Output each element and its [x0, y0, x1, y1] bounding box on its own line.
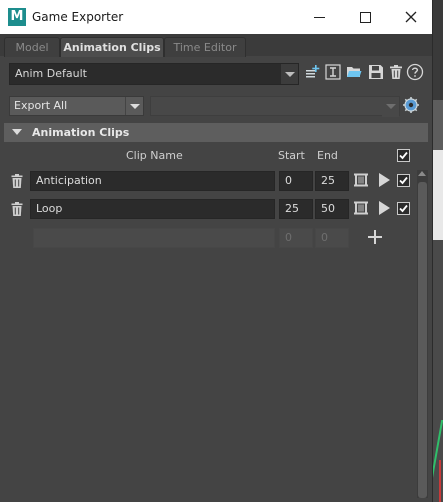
delete-clip-button[interactable] — [10, 201, 24, 217]
set-range-button[interactable] — [353, 172, 369, 188]
rename-preset-button[interactable] — [325, 64, 341, 80]
export-mode-dropdown[interactable]: Export All — [9, 96, 144, 116]
scrollbar-thumb[interactable] — [418, 182, 427, 498]
section-title: Animation Clips — [32, 126, 130, 139]
set-range-button[interactable] — [353, 200, 369, 216]
delete-preset-icon — [390, 65, 402, 79]
new-clip-name-field[interactable] — [33, 228, 275, 248]
clip-export-checkbox[interactable] — [397, 202, 410, 215]
rename-preset-icon — [325, 64, 341, 80]
tab-animation-clips[interactable]: Animation Clips — [60, 37, 164, 57]
maya-logo-icon: M — [8, 8, 26, 26]
scroll-up-arrow-icon[interactable] — [418, 171, 426, 176]
clip-end-value: 25 — [321, 174, 335, 187]
time-range-icon — [354, 201, 368, 215]
clip-name-field[interactable]: Loop — [30, 199, 275, 219]
new-preset-button[interactable] — [304, 64, 320, 80]
add-clip-button[interactable] — [368, 230, 382, 244]
column-header-end: End — [317, 149, 338, 162]
export-mode-value: Export All — [14, 99, 68, 112]
minimize-button[interactable] — [296, 0, 342, 34]
chevron-down-icon — [382, 97, 399, 117]
clip-name-value: Loop — [36, 202, 63, 215]
clip-start-field[interactable]: 25 — [279, 199, 313, 219]
new-clip-end-value: 0 — [321, 231, 328, 244]
preset-dropdown[interactable]: Anim Default — [9, 63, 299, 85]
clip-start-value: 25 — [285, 202, 299, 215]
minimize-icon — [313, 16, 325, 18]
export-settings-icon — [403, 97, 419, 113]
clip-end-value: 50 — [321, 202, 335, 215]
clip-export-checkbox[interactable] — [397, 174, 410, 187]
preset-value: Anim Default — [15, 67, 87, 80]
save-preset-button[interactable] — [368, 64, 384, 80]
play-clip-button[interactable] — [378, 172, 392, 188]
time-range-icon — [354, 173, 368, 187]
maximize-icon — [359, 11, 371, 23]
delete-preset-button[interactable] — [388, 64, 404, 80]
checkmark-icon — [399, 204, 408, 213]
clip-name-value: Anticipation — [36, 174, 102, 187]
clip-start-value: 0 — [285, 174, 292, 187]
new-preset-icon — [306, 65, 320, 78]
animation-clips-section-header[interactable]: Animation Clips — [4, 123, 428, 142]
close-icon — [405, 11, 417, 23]
export-path-dropdown[interactable] — [150, 96, 400, 117]
clip-end-field[interactable]: 50 — [315, 199, 349, 219]
new-clip-start-value: 0 — [285, 231, 292, 244]
tab-time-editor[interactable]: Time Editor — [164, 37, 246, 57]
chevron-down-icon — [125, 97, 143, 115]
help-button[interactable] — [406, 63, 424, 81]
column-header-clip-name: Clip Name — [126, 149, 183, 162]
play-icon — [379, 173, 390, 187]
open-preset-icon — [347, 67, 362, 77]
trash-icon — [11, 174, 23, 188]
open-preset-button[interactable] — [346, 64, 362, 80]
chevron-down-icon — [281, 64, 298, 84]
select-all-checkbox[interactable] — [397, 149, 410, 162]
help-icon — [406, 63, 424, 81]
export-settings-button[interactable] — [402, 96, 420, 114]
collapse-arrow-icon — [12, 129, 22, 135]
play-icon — [379, 201, 390, 215]
save-preset-icon — [369, 65, 383, 79]
checkmark-icon — [399, 151, 408, 160]
delete-clip-button[interactable] — [10, 173, 24, 189]
tab-model[interactable]: Model — [4, 37, 60, 57]
play-clip-button[interactable] — [378, 200, 392, 216]
title-bar[interactable]: M Game Exporter — [0, 0, 432, 34]
new-clip-end-field[interactable]: 0 — [315, 228, 349, 248]
maximize-button[interactable] — [342, 0, 388, 34]
window-title: Game Exporter — [32, 10, 124, 24]
new-clip-start-field[interactable]: 0 — [279, 228, 313, 248]
trash-icon — [11, 202, 23, 216]
clip-name-field[interactable]: Anticipation — [30, 171, 275, 191]
clip-end-field[interactable]: 25 — [315, 171, 349, 191]
game-exporter-window: M Game Exporter Model Animation Clips Ti… — [0, 0, 433, 502]
checkmark-icon — [399, 176, 408, 185]
viewport-grid-line — [439, 460, 441, 502]
clip-start-field[interactable]: 0 — [279, 171, 313, 191]
column-header-start: Start — [278, 149, 305, 162]
close-button[interactable] — [388, 0, 434, 34]
tab-bar: Model Animation Clips Time Editor — [0, 34, 432, 57]
